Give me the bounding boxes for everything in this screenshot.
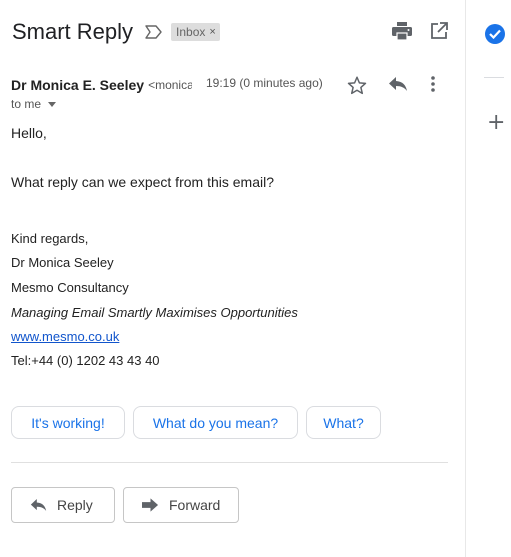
subject-row: Smart Reply Inbox × <box>12 16 220 48</box>
signature-name: Dr Monica Seeley <box>11 255 114 270</box>
recipient-toggle[interactable]: to me <box>11 97 57 111</box>
signature-phone: Tel:+44 (0) 1202 43 43 40 <box>11 353 160 368</box>
signature-website-link[interactable]: www.mesmo.co.uk <box>11 329 119 344</box>
rail-divider <box>484 77 504 78</box>
side-panel-rail: + <box>465 0 511 557</box>
forward-button[interactable]: Forward <box>123 487 239 523</box>
email-subject: Smart Reply <box>12 19 134 44</box>
tasks-check-icon[interactable] <box>485 24 505 44</box>
email-view: Smart Reply Inbox × Dr Monica E. Seeley … <box>0 0 465 557</box>
signature-tagline: Managing Email Smartly Maximises Opportu… <box>11 305 298 320</box>
smart-reply-chip[interactable]: What? <box>306 406 381 439</box>
open-in-new-window-icon[interactable] <box>430 22 448 45</box>
chevron-down-icon <box>48 101 57 107</box>
reply-icon[interactable] <box>388 76 408 97</box>
sender-name[interactable]: Dr Monica E. Seeley <box>11 77 144 93</box>
reply-button[interactable]: Reply <box>11 487 115 523</box>
print-icon[interactable] <box>392 22 412 45</box>
sender-email: <monica <box>148 78 193 92</box>
add-icon[interactable]: + <box>487 112 505 134</box>
more-vert-icon[interactable] <box>430 75 436 98</box>
body-question: What reply can we expect from this email… <box>11 174 274 190</box>
forward-icon <box>142 498 159 512</box>
smart-reply-chip[interactable]: What do you mean? <box>133 406 298 439</box>
reply-button-label: Reply <box>57 497 93 513</box>
email-timestamp: 19:19 (0 minutes ago) <box>206 76 323 90</box>
star-icon[interactable] <box>347 76 367 100</box>
signature-closing: Kind regards, <box>11 231 89 246</box>
divider <box>11 462 448 463</box>
remove-label-icon[interactable]: × <box>209 26 215 38</box>
forward-button-label: Forward <box>169 497 221 513</box>
important-marker-icon[interactable] <box>145 25 163 39</box>
sender-row: Dr Monica E. Seeley <monica 19:19 (0 min… <box>11 76 451 94</box>
signature-company: Mesmo Consultancy <box>11 280 129 295</box>
inbox-label-text: Inbox <box>176 25 206 39</box>
smart-reply-chip[interactable]: It's working! <box>11 406 125 439</box>
reply-icon <box>30 498 47 512</box>
body-greeting: Hello, <box>11 125 47 141</box>
inbox-label-chip[interactable]: Inbox × <box>171 23 220 41</box>
recipient-text: to me <box>11 97 42 111</box>
